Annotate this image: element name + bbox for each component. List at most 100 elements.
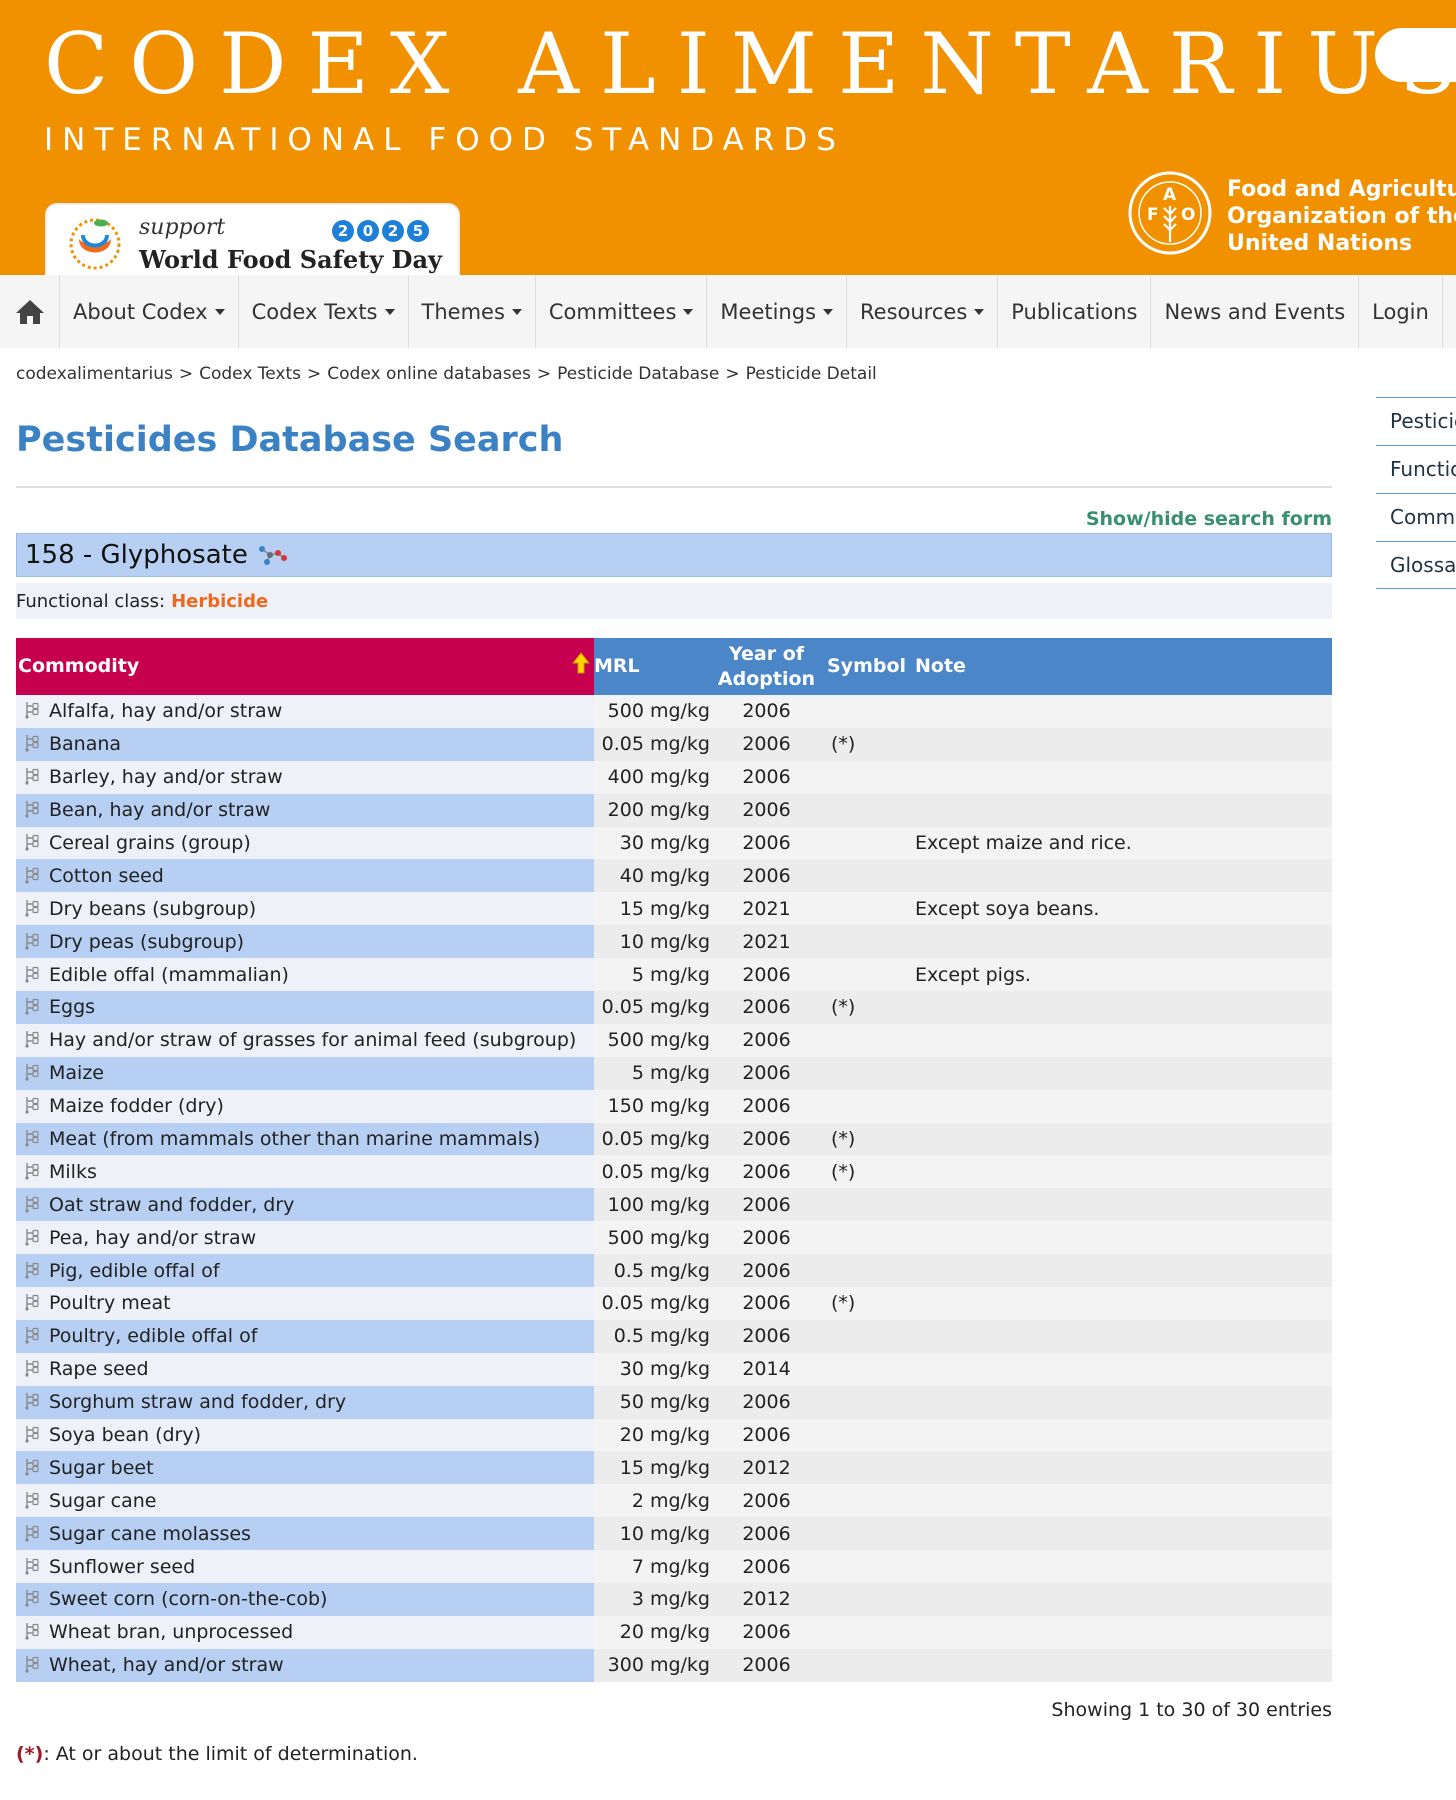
commodity-name[interactable]: Sweet corn (corn-on-the-cob)	[49, 1588, 327, 1610]
show-hide-search-form-link[interactable]: Show/hide search form	[1086, 508, 1332, 530]
side-menu-item-functional-classes[interactable]: Functic	[1376, 445, 1456, 493]
commodity-cell[interactable]: Cotton seed	[16, 859, 594, 893]
commodity-name[interactable]: Banana	[49, 733, 121, 755]
commodity-cell[interactable]: Bean, hay and/or straw	[16, 793, 594, 827]
fao-name[interactable]: Food and Agriculture Organization of the…	[1227, 176, 1456, 257]
commodity-cell[interactable]: Eggs	[16, 991, 594, 1024]
commodity-cell[interactable]: Poultry, edible offal of	[16, 1319, 594, 1353]
world-food-safety-day-banner[interactable]: support 2 0 2 5 World Food Safety Day	[45, 203, 460, 275]
commodity-cell[interactable]: Edible offal (mammalian)	[16, 958, 594, 992]
commodity-name[interactable]: Pig, edible offal of	[49, 1260, 220, 1282]
commodity-name[interactable]: Meat (from mammals other than marine mam…	[49, 1128, 540, 1150]
breadcrumb-link[interactable]: Codex Texts	[199, 364, 301, 384]
commodity-cell[interactable]: Wheat, hay and/or straw	[16, 1648, 594, 1682]
commodity-name[interactable]: Sugar cane molasses	[49, 1523, 251, 1545]
commodity-cell[interactable]: Soya bean (dry)	[16, 1418, 594, 1452]
commodity-name[interactable]: Oat straw and fodder, dry	[49, 1194, 294, 1216]
nav-label: Themes	[421, 299, 505, 324]
column-header-commodity[interactable]: Commodity	[16, 638, 594, 695]
commodity-name[interactable]: Dry peas (subgroup)	[49, 931, 244, 953]
commodity-cell[interactable]: Maize fodder (dry)	[16, 1089, 594, 1123]
tree-branch-icon	[25, 1393, 39, 1410]
functional-class-value[interactable]: Herbicide	[171, 591, 268, 612]
side-menu-item-glossary[interactable]: Glossar	[1376, 541, 1456, 589]
commodity-cell[interactable]: Sunflower seed	[16, 1550, 594, 1584]
nav-item-about-codex[interactable]: About Codex	[60, 275, 239, 348]
column-header-year-of-adoption[interactable]: Year of Adoption	[714, 638, 819, 695]
commodity-cell[interactable]: Maize	[16, 1056, 594, 1090]
breadcrumb-link[interactable]: Pesticide Database	[557, 364, 719, 384]
commodity-name[interactable]: Eggs	[49, 996, 95, 1018]
svg-text:F: F	[1147, 205, 1159, 225]
commodity-cell[interactable]: Milks	[16, 1155, 594, 1189]
commodity-cell[interactable]: Sugar beet	[16, 1451, 594, 1485]
commodity-cell[interactable]: Rape seed	[16, 1352, 594, 1386]
commodity-name[interactable]: Edible offal (mammalian)	[49, 964, 289, 986]
site-title[interactable]: CODEX ALIMENTARIUS	[44, 18, 1456, 111]
commodity-name[interactable]: Hay and/or straw of grasses for animal f…	[49, 1029, 576, 1051]
commodity-name[interactable]: Cereal grains (group)	[49, 832, 251, 854]
nav-item-committees[interactable]: Committees	[536, 275, 708, 348]
commodity-name[interactable]: Pea, hay and/or straw	[49, 1227, 256, 1249]
commodity-name[interactable]: Milks	[49, 1161, 97, 1183]
commodity-cell[interactable]: Banana	[16, 727, 594, 761]
nav-item-resources[interactable]: Resources	[847, 275, 999, 348]
commodity-cell[interactable]: Dry beans (subgroup)	[16, 892, 594, 926]
commodity-cell[interactable]: Cereal grains (group)	[16, 826, 594, 860]
caret-down-icon	[511, 308, 522, 315]
commodity-name[interactable]: Sorghum straw and fodder, dry	[49, 1391, 346, 1413]
commodity-cell[interactable]: Sugar cane	[16, 1484, 594, 1518]
side-menu-item-pesticides[interactable]: Pesticic	[1376, 397, 1456, 445]
commodity-name[interactable]: Sugar beet	[49, 1457, 154, 1479]
side-menu-item-commodities[interactable]: Comm	[1376, 493, 1456, 541]
commodity-cell[interactable]: Pig, edible offal of	[16, 1254, 594, 1288]
commodity-name[interactable]: Maize	[49, 1062, 104, 1084]
commodity-name[interactable]: Rape seed	[49, 1358, 149, 1380]
molecule-structure-icon[interactable]	[256, 544, 288, 566]
nav-home[interactable]	[0, 275, 60, 348]
commodity-name[interactable]: Cotton seed	[49, 865, 164, 887]
nav-item-themes[interactable]: Themes	[409, 275, 536, 348]
breadcrumb-link[interactable]: codexalimentarius	[16, 364, 173, 384]
commodity-cell[interactable]: Pea, hay and/or straw	[16, 1221, 594, 1255]
page-title: Pesticides Database Search	[16, 420, 564, 460]
column-header-mrl[interactable]: MRL	[594, 638, 714, 695]
commodity-name[interactable]: Barley, hay and/or straw	[49, 766, 283, 788]
commodity-name[interactable]: Maize fodder (dry)	[49, 1095, 224, 1117]
tree-branch-icon	[25, 801, 39, 818]
commodity-name[interactable]: Dry beans (subgroup)	[49, 898, 256, 920]
nav-item-news-and-events[interactable]: News and Events	[1151, 275, 1360, 348]
mrl-cell: 500 mg/kg	[594, 695, 714, 728]
table-row: Edible offal (mammalian) 5 mg/kg 2006 Excep…	[16, 958, 1332, 992]
commodity-cell[interactable]: Sweet corn (corn-on-the-cob)	[16, 1583, 594, 1616]
commodity-cell[interactable]: Sugar cane molasses	[16, 1517, 594, 1551]
commodity-name[interactable]: Bean, hay and/or straw	[49, 799, 270, 821]
mrl-cell: 0.05 mg/kg	[594, 727, 714, 761]
commodity-name[interactable]: Soya bean (dry)	[49, 1424, 201, 1446]
commodity-name[interactable]: Wheat, hay and/or straw	[49, 1654, 284, 1676]
breadcrumb-link[interactable]: Codex online databases	[327, 364, 531, 384]
commodity-name[interactable]: Sunflower seed	[49, 1556, 195, 1578]
column-header-note[interactable]: Note	[909, 638, 1332, 695]
commodity-cell[interactable]: Meat (from mammals other than marine mam…	[16, 1122, 594, 1156]
nav-item-publications[interactable]: Publications	[998, 275, 1152, 348]
search-input[interactable]	[1375, 28, 1456, 82]
commodity-cell[interactable]: Sorghum straw and fodder, dry	[16, 1385, 594, 1419]
commodity-cell[interactable]: Barley, hay and/or straw	[16, 760, 594, 794]
nav-item-meetings[interactable]: Meetings	[707, 275, 848, 348]
commodity-cell[interactable]: Dry peas (subgroup)	[16, 925, 594, 959]
commodity-cell[interactable]: Oat straw and fodder, dry	[16, 1188, 594, 1222]
fao-logo-icon[interactable]: F A O	[1127, 170, 1213, 256]
commodity-cell[interactable]: Poultry meat	[16, 1287, 594, 1320]
commodity-name[interactable]: Wheat bran, unprocessed	[49, 1621, 293, 1643]
nav-item-login[interactable]: Login	[1359, 275, 1443, 348]
commodity-cell[interactable]: Hay and/or straw of grasses for animal f…	[16, 1023, 594, 1057]
commodity-cell[interactable]: Alfalfa, hay and/or straw	[16, 695, 594, 728]
commodity-name[interactable]: Poultry, edible offal of	[49, 1325, 257, 1347]
commodity-name[interactable]: Alfalfa, hay and/or straw	[49, 700, 282, 722]
commodity-name[interactable]: Poultry meat	[49, 1292, 171, 1314]
nav-item-codex-texts[interactable]: Codex Texts	[239, 275, 409, 348]
commodity-name[interactable]: Sugar cane	[49, 1490, 156, 1512]
commodity-cell[interactable]: Wheat bran, unprocessed	[16, 1615, 594, 1649]
column-header-symbol[interactable]: Symbol	[819, 638, 909, 695]
